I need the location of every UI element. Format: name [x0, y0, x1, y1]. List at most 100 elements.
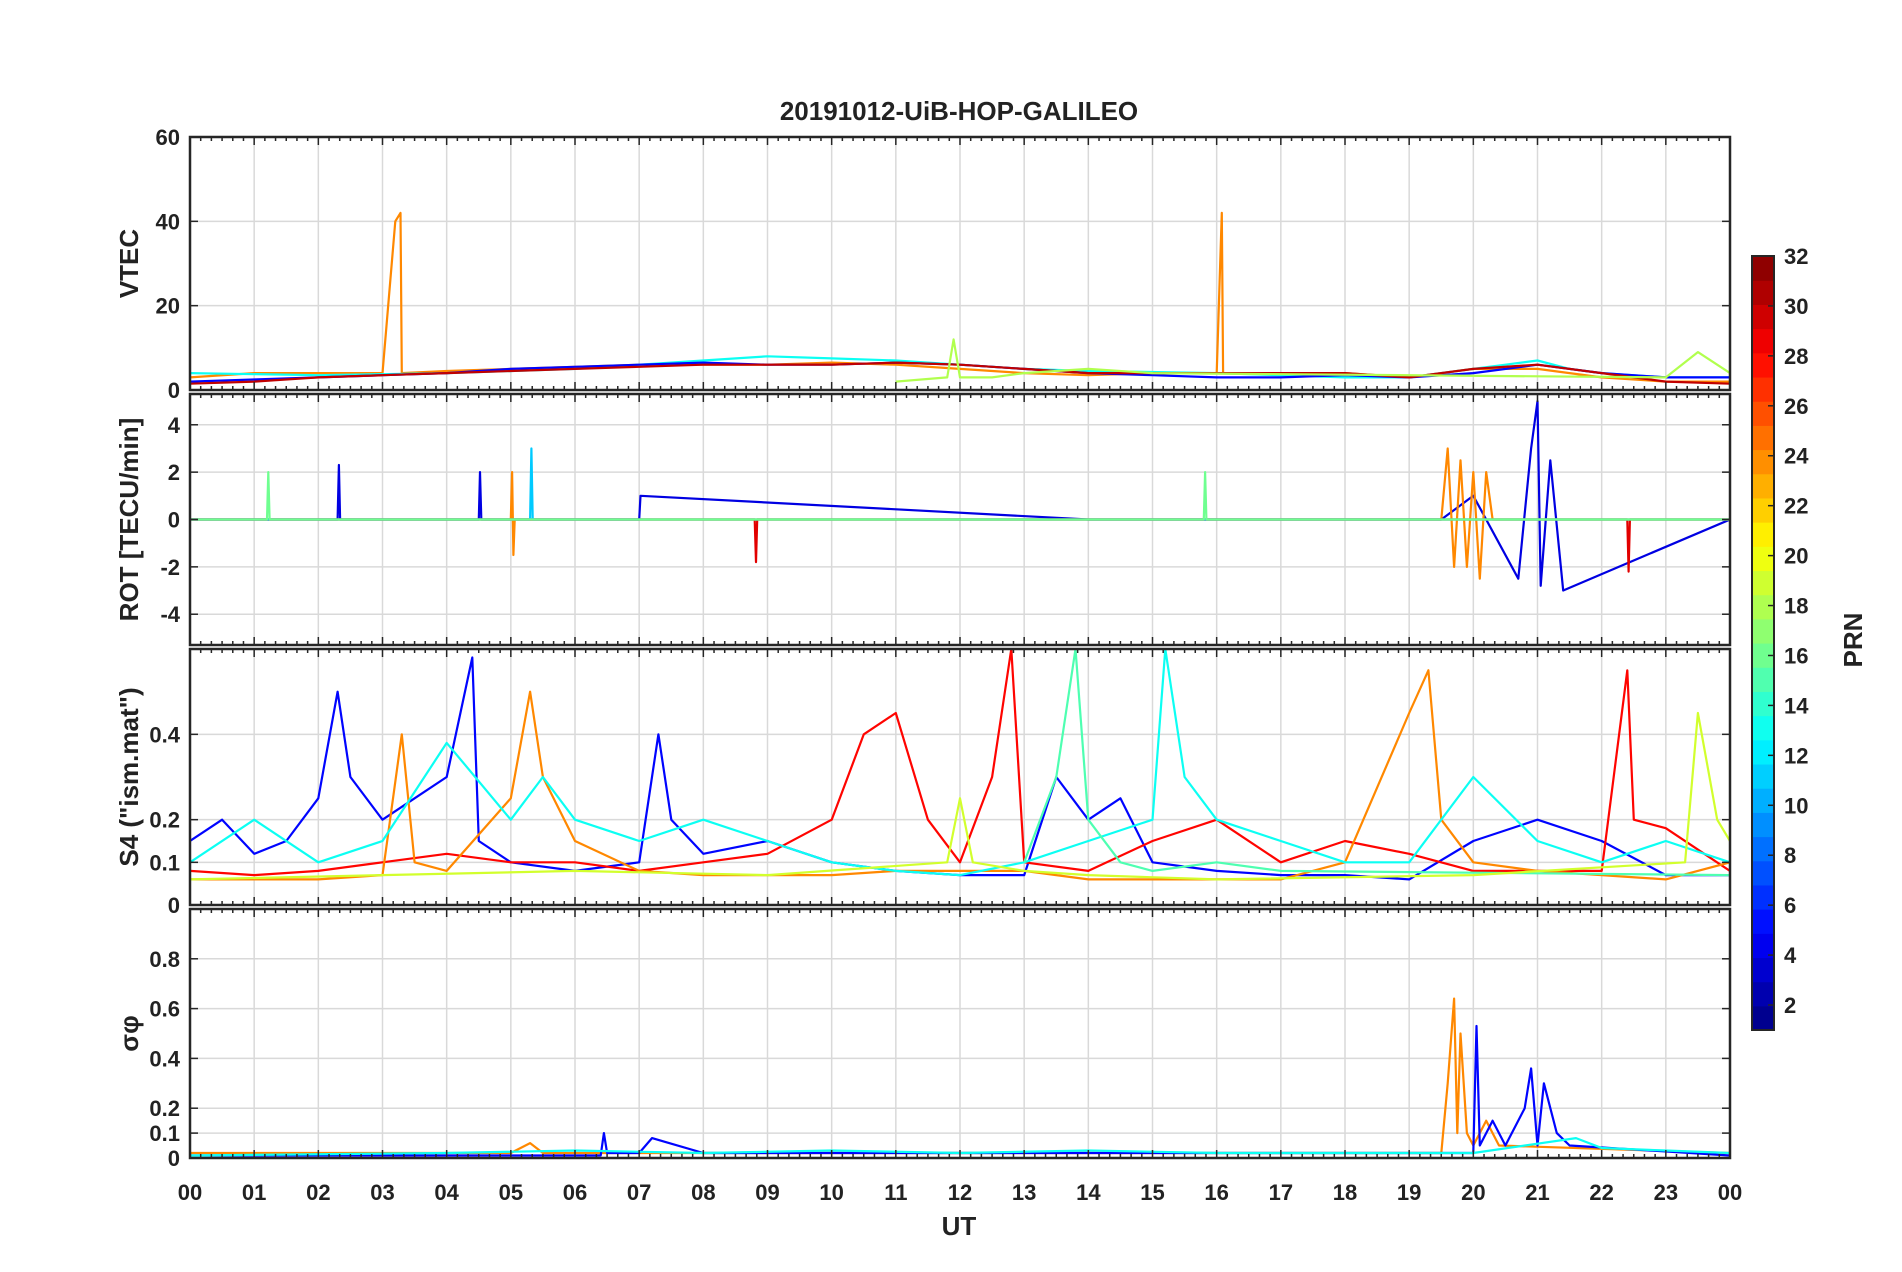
- colorbar-tick-label: 18: [1784, 594, 1808, 619]
- colorbar-tick-label: 30: [1784, 294, 1808, 319]
- panel-sigma_phi: 00.10.2 0.4 0.6 0.8 σφ: [114, 907, 1732, 1171]
- y-tick-label: 0.1: [149, 1121, 180, 1146]
- colorbar: 2468101214161820222426283032PRN: [1751, 244, 1868, 1031]
- y-tick-label: 0.4: [149, 722, 180, 747]
- x-tick-label: 06: [563, 1180, 587, 1205]
- colorbar-tick-label: 8: [1784, 843, 1796, 868]
- colorbar-segment: [1752, 884, 1774, 910]
- x-tick-label: 01: [242, 1180, 266, 1205]
- x-tick-label: 08: [691, 1180, 715, 1205]
- colorbar-segment: [1752, 836, 1774, 862]
- colorbar-segment: [1752, 376, 1774, 402]
- x-tick-label: 17: [1269, 1180, 1293, 1205]
- colorbar-segment: [1752, 304, 1774, 330]
- colorbar-segment: [1752, 570, 1774, 596]
- y-tick-label: 0: [168, 508, 180, 533]
- y-tick-label: 20: [156, 294, 180, 319]
- colorbar-segment: [1752, 860, 1774, 886]
- colorbar-segment: [1752, 280, 1774, 305]
- y-tick-label: 60: [156, 125, 180, 150]
- y-tick-label: 0.2: [149, 808, 180, 833]
- colorbar-segment: [1752, 739, 1774, 765]
- colorbar-segment: [1752, 497, 1774, 523]
- x-tick-label: 07: [627, 1180, 651, 1205]
- colorbar-segment: [1752, 594, 1774, 620]
- colorbar-segment: [1752, 425, 1774, 451]
- y-axis-label: S4 ("ism.mat"): [114, 687, 144, 866]
- series-prn-18: [895, 338, 1730, 383]
- colorbar-segment: [1752, 812, 1774, 838]
- y-tick-label: 0.1: [149, 850, 180, 875]
- x-tick-label: 03: [370, 1180, 394, 1205]
- x-tick-label: 19: [1397, 1180, 1421, 1205]
- y-axis-label: σφ: [114, 1015, 144, 1051]
- y-tick-label: 0: [168, 378, 180, 403]
- y-tick-label: -4: [160, 602, 180, 627]
- colorbar-tick-label: 24: [1784, 444, 1809, 469]
- y-tick-label: 40: [156, 209, 180, 234]
- x-tick-label: 14: [1076, 1180, 1101, 1205]
- colorbar-tick-label: 6: [1784, 893, 1796, 918]
- colorbar-segment: [1752, 763, 1774, 789]
- figure: 20191012-UiB-HOP-GALILEO 0204060VTEC-4-2…: [114, 96, 1868, 1241]
- x-tick-label: 11: [884, 1180, 907, 1205]
- y-axis-label: VTEC: [114, 229, 144, 299]
- x-tick-label: 00: [1718, 1180, 1742, 1205]
- y-tick-label: 0: [168, 1146, 180, 1171]
- colorbar-segment: [1752, 449, 1774, 475]
- x-tick-label: 18: [1333, 1180, 1357, 1205]
- colorbar-tick-label: 14: [1784, 693, 1809, 718]
- x-tick-label: 21: [1525, 1180, 1549, 1205]
- colorbar-segment: [1752, 715, 1774, 741]
- y-tick-label: 4: [168, 413, 181, 438]
- x-tick-label: 16: [1204, 1180, 1228, 1205]
- x-tick-label: 04: [434, 1180, 459, 1205]
- colorbar-segment: [1752, 1005, 1774, 1031]
- x-tick-label: 12: [948, 1180, 972, 1205]
- colorbar-tick-label: 32: [1784, 244, 1808, 269]
- x-tick-label: 09: [755, 1180, 779, 1205]
- colorbar-segment: [1752, 522, 1774, 547]
- x-tick-label: 20: [1461, 1180, 1485, 1205]
- x-tick-label: 15: [1140, 1180, 1164, 1205]
- panel-rot: -4 -2 0 2 4 ROT [TECU/min]: [114, 392, 1732, 647]
- panel-s4: 0 0.1 0.2 0.4S4 ("ism.mat"): [114, 647, 1732, 918]
- y-tick-label: 0: [168, 893, 180, 918]
- x-tick-label: 00: [178, 1180, 202, 1205]
- colorbar-tick-label: 2: [1784, 993, 1796, 1018]
- x-tick-label: 23: [1654, 1180, 1678, 1205]
- colorbar-tick-label: 22: [1784, 494, 1808, 519]
- colorbar-segment: [1752, 328, 1774, 354]
- colorbar-segment: [1752, 909, 1774, 934]
- colorbar-tick-label: 20: [1784, 544, 1808, 569]
- colorbar-segment: [1752, 618, 1774, 644]
- colorbar-segment: [1752, 981, 1774, 1007]
- colorbar-segment: [1752, 401, 1774, 426]
- y-tick-label: 0.4: [149, 1046, 180, 1071]
- colorbar-tick-label: 16: [1784, 643, 1808, 668]
- colorbar-segment: [1752, 788, 1774, 813]
- colorbar-segment: [1752, 473, 1774, 499]
- series-prn-15: [1023, 649, 1730, 877]
- y-tick-label: 0.6: [149, 997, 180, 1022]
- y-axis-label: ROT [TECU/min]: [114, 418, 144, 622]
- y-tick-label: 0.8: [149, 947, 180, 972]
- colorbar-segment: [1752, 256, 1774, 281]
- colorbar-segment: [1752, 933, 1774, 959]
- panels: 0204060VTEC-4-2024ROT [TECU/min]00.10.20…: [114, 125, 1742, 1205]
- y-tick-label: -2: [160, 555, 180, 580]
- x-tick-label: 05: [499, 1180, 523, 1205]
- x-tick-label: 02: [306, 1180, 330, 1205]
- x-tick-label: 13: [1012, 1180, 1036, 1205]
- colorbar-segment: [1752, 667, 1774, 692]
- panel-vtec: 0 20 40 60 VTEC: [114, 125, 1732, 403]
- y-tick-label: 2: [168, 460, 180, 485]
- colorbar-segment: [1752, 957, 1774, 983]
- colorbar-tick-label: 28: [1784, 344, 1808, 369]
- colorbar-tick-label: 26: [1784, 394, 1808, 419]
- colorbar-tick-label: 4: [1784, 943, 1797, 968]
- colorbar-label: PRN: [1838, 613, 1868, 668]
- chart-title: 20191012-UiB-HOP-GALILEO: [780, 96, 1138, 126]
- colorbar-segment: [1752, 691, 1774, 717]
- y-tick-label: 0.2: [149, 1096, 180, 1121]
